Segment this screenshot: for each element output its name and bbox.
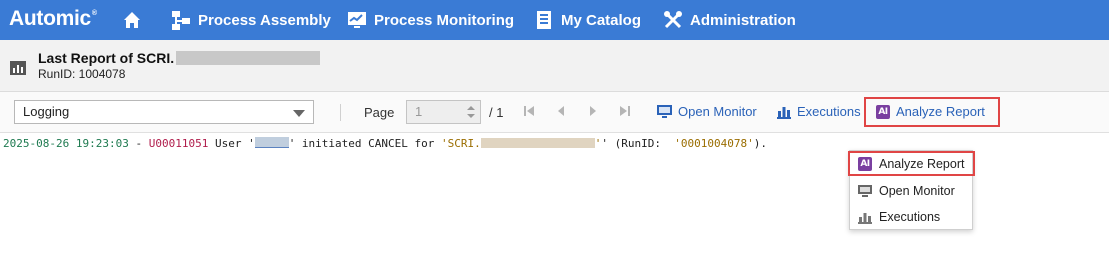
redacted-user	[254, 137, 289, 148]
previous-page-icon	[558, 106, 564, 116]
menu-item-open-monitor[interactable]: Open Monitor	[850, 179, 972, 203]
redacted-text	[176, 51, 321, 65]
page-title: Last Report of SCRI.	[38, 50, 321, 66]
bar-chart-icon	[777, 105, 791, 119]
analyze-report-highlight	[864, 97, 1000, 127]
run-id: RunID: 1004078	[38, 67, 126, 81]
report-type-select[interactable]: Logging	[14, 100, 314, 124]
previous-page-button[interactable]	[554, 103, 568, 119]
next-page-button[interactable]	[586, 103, 600, 119]
nav-process-monitoring[interactable]: Process Monitoring	[346, 0, 514, 40]
automic-logo[interactable]: Automic®	[9, 7, 97, 31]
report-icon	[10, 61, 26, 80]
first-page-icon	[524, 106, 534, 116]
administration-icon	[662, 9, 684, 31]
redacted-object	[480, 138, 595, 148]
process-assembly-icon	[170, 9, 192, 31]
report-header: Last Report of SCRI. RunID: 1004078	[0, 40, 1109, 92]
next-page-icon	[590, 106, 596, 116]
catalog-icon	[533, 9, 555, 31]
monitor-icon	[657, 104, 672, 119]
process-monitoring-icon	[346, 9, 368, 31]
home-icon	[121, 9, 143, 31]
nav-my-catalog[interactable]: My Catalog	[533, 0, 641, 40]
menu-item-executions[interactable]: Executions	[850, 205, 972, 229]
chevron-down-icon	[293, 110, 305, 117]
divider	[340, 104, 341, 121]
executions-button[interactable]: Executions	[777, 104, 861, 119]
log-line: 2025-08-26 19:23:03 - U00011051 User ' ' …	[3, 137, 767, 150]
menu-highlight	[848, 151, 975, 176]
bar-chart-icon	[858, 211, 872, 224]
monitor-icon	[858, 184, 872, 198]
last-page-icon	[620, 106, 630, 116]
page-label: Page	[364, 105, 395, 120]
nav-administration[interactable]: Administration	[662, 0, 796, 40]
top-nav: Automic® Process Assembly Process Monito…	[0, 0, 1109, 40]
first-page-button[interactable]	[522, 103, 536, 119]
page-total: / 1	[489, 105, 504, 120]
open-monitor-button[interactable]: Open Monitor	[657, 104, 757, 119]
last-page-button[interactable]	[618, 103, 632, 119]
nav-process-assembly[interactable]: Process Assembly	[170, 0, 331, 40]
home-button[interactable]	[121, 0, 149, 40]
spinner-icon[interactable]	[465, 104, 477, 120]
page-number-input[interactable]: 1	[406, 100, 481, 124]
